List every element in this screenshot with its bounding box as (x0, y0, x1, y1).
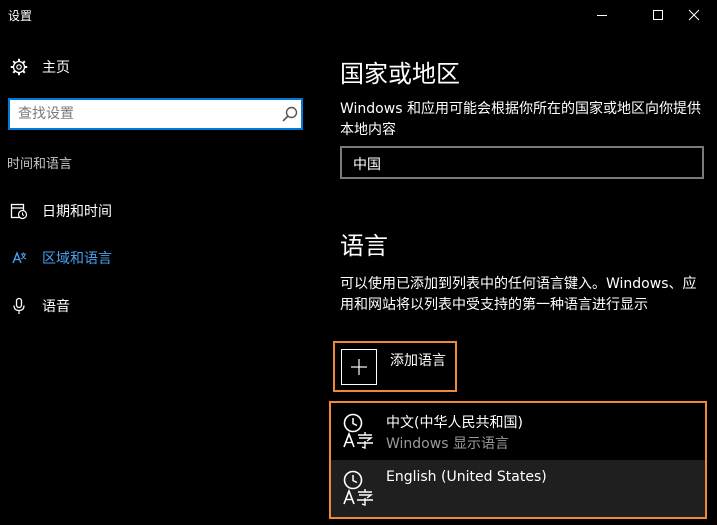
sidebar-item-region-language[interactable]: 区域和语言 (10, 246, 112, 270)
calendar-clock-icon (10, 203, 28, 220)
sidebar-item-label: 日期和时间 (42, 204, 112, 220)
language-clock-icon (343, 470, 374, 506)
search-input[interactable] (18, 104, 268, 124)
language-list: 中文(中华人民共和国) Windows 显示语言 English (United… (329, 401, 707, 519)
add-language-button[interactable]: 添加语言 (333, 341, 457, 392)
country-dropdown[interactable]: 中国 (340, 146, 704, 179)
maximize-icon (653, 10, 663, 20)
settings-window: 设置 主页 查找设置 时间和语言 日期和时间 区域和语言 语音 国家或地区 Wi… (0, 0, 717, 525)
section-label: 时间和语言 (7, 157, 73, 172)
region-section-title: 国家或地区 (340, 60, 460, 88)
language-subtitle: Windows 显示语言 (386, 436, 509, 452)
sidebar-item-label: 区域和语言 (42, 251, 112, 267)
gear-icon (10, 58, 28, 76)
language-section-title: 语言 (340, 232, 388, 260)
region-description: Windows 和应用可能会根据你所在的国家或地区向你提供本地内容 (340, 101, 701, 138)
plus-icon (351, 359, 367, 375)
sidebar-item-speech[interactable]: 语音 (10, 294, 70, 318)
microphone-icon (13, 297, 25, 314)
search-button[interactable] (281, 105, 299, 123)
region-language-icon (12, 251, 27, 264)
minimize-icon (597, 15, 607, 16)
home-nav-item[interactable]: 主页 (10, 56, 70, 78)
language-description: 可以使用已添加到列表中的任何语言键入。Windows、应用和网站将以列表中受支持… (340, 276, 697, 313)
minimize-button[interactable] (579, 0, 625, 30)
window-title: 设置 (8, 9, 33, 23)
sidebar-item-date-time[interactable]: 日期和时间 (10, 199, 112, 223)
search-icon (282, 106, 298, 122)
close-icon (688, 9, 700, 21)
plus-icon-box (341, 349, 377, 385)
country-value: 中国 (353, 157, 381, 173)
language-name: English (United States) (386, 469, 547, 485)
language-clock-icon (343, 413, 374, 449)
add-language-label: 添加语言 (390, 353, 446, 369)
close-button[interactable] (671, 0, 717, 30)
language-list-item[interactable]: 中文(中华人民共和国) Windows 显示语言 (331, 403, 705, 460)
language-name: 中文(中华人民共和国) (386, 415, 523, 431)
title-bar: 设置 (0, 0, 717, 30)
search-box (8, 98, 303, 130)
home-label: 主页 (42, 60, 70, 76)
language-list-item[interactable]: English (United States) (331, 460, 705, 517)
sidebar-item-label: 语音 (42, 299, 70, 315)
